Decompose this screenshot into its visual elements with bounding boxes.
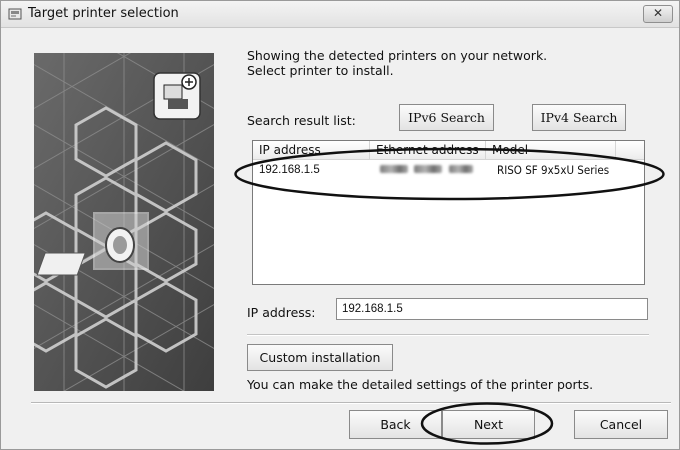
setup-app-icon (8, 8, 22, 20)
intro-line-1: Showing the detected printers on your ne… (247, 48, 548, 63)
footer-divider (31, 402, 671, 404)
search-result-label: Search result list: (247, 113, 356, 128)
window-title: Target printer selection (28, 6, 179, 21)
hexagon-pattern-image (34, 53, 214, 391)
printer-selection-dialog: Target printer selection ✕ Showing the d… (0, 0, 680, 450)
custom-installation-button[interactable]: Custom installation (247, 344, 393, 371)
section-divider (247, 334, 649, 336)
highlight-ellipse-printer-row (234, 147, 665, 201)
ipv6-search-button[interactable]: IPv6 Search (399, 104, 494, 131)
ipv4-search-button[interactable]: IPv4 Search (532, 104, 626, 131)
close-button[interactable]: ✕ (643, 5, 673, 23)
side-illustration (34, 53, 214, 391)
ip-address-label: IP address: (247, 305, 316, 320)
highlight-ellipse-next (420, 402, 554, 445)
intro-line-2: Select printer to install. (247, 63, 394, 78)
network-computer-icon (153, 72, 201, 120)
intro-text: Showing the detected printers on your ne… (247, 48, 547, 78)
ip-address-input[interactable]: 192.168.1.5 (336, 298, 648, 320)
title-bar[interactable]: Target printer selection ✕ (1, 1, 679, 28)
custom-installation-description: You can make the detailed settings of th… (247, 377, 594, 392)
cancel-button[interactable]: Cancel (574, 410, 668, 439)
